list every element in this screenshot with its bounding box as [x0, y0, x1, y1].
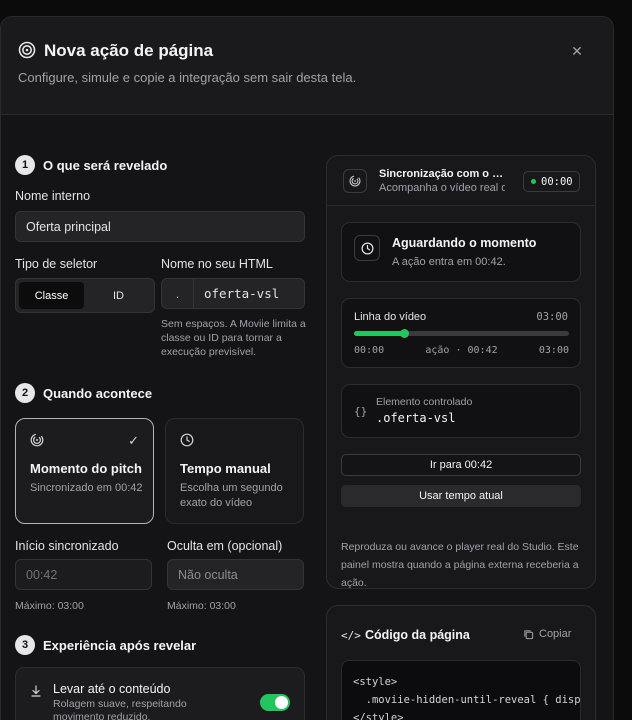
code-snippet[interactable]: <style> .moviie-hidden-until-reveal { di… — [341, 660, 581, 720]
current-time: 00:00 — [541, 175, 573, 188]
modal-header: Nova ação de página Configure, simule e … — [1, 17, 613, 115]
step-3-header: 3 Experiência após revelar — [15, 635, 196, 655]
mode-card-pitch[interactable]: ✓ Momento do pitch Sincronizado em 00:42 — [15, 418, 154, 524]
scroll-toggle[interactable] — [260, 694, 290, 711]
sync-title: Sincronização com o player — [379, 168, 509, 180]
scroll-option-title: Levar até o conteúdo — [53, 682, 171, 696]
goto-time-button[interactable]: Ir para 00:42 — [341, 454, 581, 476]
target-icon — [18, 41, 36, 59]
controlled-element: {} Elemento controlado .oferta-vsl — [341, 384, 581, 438]
timeline-end: 03:00 — [538, 345, 569, 356]
html-name-label: Nome no seu HTML — [161, 257, 273, 271]
selector-id-button[interactable]: ID — [86, 282, 151, 309]
hide-at-label: Oculta em (opcional) — [167, 539, 283, 553]
braces-icon: {} — [354, 405, 368, 418]
sync-help: Reproduza ou avance o player real do Stu… — [341, 541, 579, 589]
hide-at-help: Máximo: 03:00 — [167, 600, 236, 612]
timeline-action: ação · 00:42 — [425, 345, 498, 356]
step-number: 2 — [15, 383, 35, 403]
code-line: .moviie-hidden-until-reveal { display: n… — [365, 694, 581, 706]
page-action-modal: Nova ação de página Configure, simule e … — [0, 16, 614, 720]
element-label: Elemento controlado — [376, 396, 473, 408]
code-line: <style> — [353, 676, 398, 688]
check-icon: ✓ — [128, 433, 139, 448]
mode-desc: Sincronizado em 00:42 — [30, 482, 143, 494]
video-timeline: Linha do vídeo 03:00 00:00 ação · 00:42 … — [341, 298, 581, 368]
mode-title: Tempo manual — [180, 461, 271, 476]
code-title: Código da página — [365, 628, 470, 642]
sync-start-label: Início sincronizado — [15, 539, 119, 553]
sync-panel: Sincronização com o player Acompanha o v… — [326, 155, 596, 589]
code-panel: </> Código da página Copiar <style> .mov… — [326, 605, 596, 720]
copy-label: Copiar — [539, 628, 572, 640]
step-title: O que será revelado — [43, 157, 168, 173]
sync-start-help: Máximo: 03:00 — [15, 600, 84, 612]
modal-title: Nova ação de página — [44, 41, 214, 60]
fingerprint-icon — [30, 433, 44, 447]
step-title: Experiência após revelar — [43, 637, 197, 653]
copy-icon — [524, 629, 534, 639]
code-icon: </> — [341, 629, 361, 642]
mode-card-manual[interactable]: Tempo manual Escolha um segundo exato do… — [165, 418, 304, 524]
html-name-help: Sem espaços. A Moviie limita a classe ou… — [161, 318, 306, 358]
modal-subtitle: Configure, simule e copie a integração s… — [18, 70, 357, 85]
step-number: 3 — [15, 635, 35, 655]
timeline-label: Linha do vídeo — [354, 311, 427, 323]
code-line: </style> — [353, 712, 404, 720]
sync-start-input[interactable]: 00:42 — [15, 559, 152, 590]
selector-class-button[interactable]: Classe — [19, 282, 84, 309]
timeline-action-marker[interactable] — [400, 329, 410, 338]
current-time-badge: 00:00 — [523, 171, 580, 192]
step-2-header: 2 Quando acontece — [15, 383, 152, 403]
toggle-knob — [275, 696, 288, 709]
arrow-down-icon — [31, 685, 41, 697]
timeline-total: 03:00 — [536, 311, 568, 323]
live-dot — [531, 179, 536, 184]
timeline-track[interactable] — [354, 329, 569, 338]
sync-subtitle: Acompanha o vídeo real do Studio — [379, 182, 505, 194]
timeline-scale: 00:00 ação · 00:42 03:00 — [354, 345, 569, 356]
use-current-time-button[interactable]: Usar tempo atual — [341, 485, 581, 507]
copy-button[interactable]: Copiar — [523, 628, 571, 640]
timeline-start: 00:00 — [354, 345, 385, 356]
waiting-title: Aguardando o momento — [392, 236, 537, 250]
clock-icon — [180, 433, 194, 447]
mode-title: Momento do pitch — [30, 461, 142, 476]
waiting-subtitle: A ação entra em 00:42. — [392, 256, 506, 268]
internal-name-label: Nome interno — [15, 189, 91, 203]
html-name-value: oferta-vsl — [204, 286, 280, 301]
selector-type-toggle: Classe ID — [15, 278, 155, 313]
sync-header: Sincronização com o player Acompanha o v… — [327, 156, 595, 206]
step-1-header: 1 O que será revelado — [15, 155, 167, 175]
element-value: .oferta-vsl — [376, 411, 456, 425]
internal-name-input[interactable]: Oferta principal — [15, 211, 305, 242]
close-icon[interactable]: ✕ — [569, 43, 585, 59]
scroll-option-desc: Rolagem suave, respeitando movimento red… — [53, 698, 187, 720]
step-title: Quando acontece — [43, 385, 153, 401]
timeline-fill — [354, 331, 405, 336]
hide-at-input[interactable]: Não oculta — [167, 559, 304, 590]
mode-desc: Escolha um segundo exato do vídeo — [180, 482, 283, 509]
clock-icon — [354, 235, 380, 261]
step-number: 1 — [15, 155, 35, 175]
prefix-dot: . — [162, 279, 194, 308]
fingerprint-icon — [343, 169, 367, 193]
waiting-status: Aguardando o momento A ação entra em 00:… — [341, 222, 581, 282]
scroll-option-card: Levar até o conteúdo Rolagem suave, resp… — [15, 667, 305, 720]
html-name-input[interactable]: . oferta-vsl — [161, 278, 305, 309]
selector-type-label: Tipo de seletor — [15, 257, 98, 271]
